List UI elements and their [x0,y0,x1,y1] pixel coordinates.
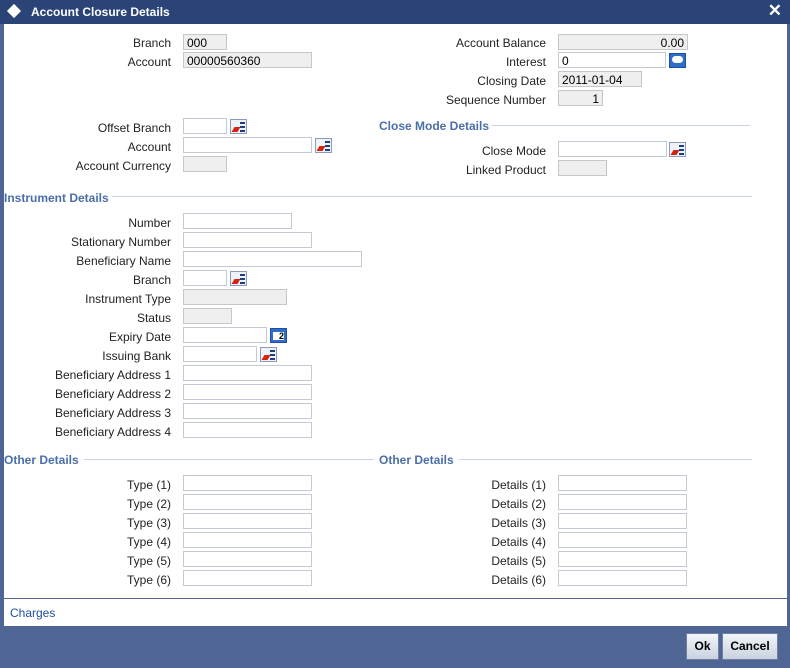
calendar-icon[interactable]: 2 [270,328,287,343]
details-4-label: Details (4) [491,535,546,549]
details-1-field[interactable] [558,475,687,491]
type-5-field[interactable] [183,551,312,567]
stationary-number-label: Stationary Number [70,235,171,249]
account-label: Account [127,55,171,69]
status-label: Status [136,311,171,325]
instrument-branch-lov-icon[interactable] [230,271,247,286]
number-label: Number [128,216,171,230]
closing-date-label: Closing Date [477,74,546,88]
type-2-label: Type (2) [126,497,171,511]
instrument-section-title: Instrument Details [4,191,109,205]
beneficiary-address-2-field[interactable] [183,384,312,400]
offset-account-lov-icon[interactable] [315,138,332,153]
type-6-label: Type (6) [126,573,171,587]
title-bar: Account Closure Details ✕ [0,0,790,24]
instrument-type-field[interactable] [183,289,287,305]
instrument-branch-label: Branch [132,273,171,287]
instrument-divider [112,196,752,197]
beneficiary-address-4-field[interactable] [183,422,312,438]
issuing-bank-field[interactable] [183,346,257,362]
details-3-field[interactable] [558,513,687,529]
account-balance-field[interactable]: 0.00 [558,34,688,50]
details-2-field[interactable] [558,494,687,510]
details-6-label: Details (6) [491,573,546,587]
status-field[interactable] [183,308,232,324]
beneficiary-address-4-label: Beneficiary Address 4 [54,425,171,439]
close-mode-field[interactable] [558,141,667,157]
footer-bar: Charges [4,599,787,626]
other-details-right-title: Other Details [379,453,454,467]
closing-date-field[interactable]: 2011-01-04 [558,71,642,87]
details-3-label: Details (3) [491,516,546,530]
type-3-label: Type (3) [126,516,171,530]
account-balance-label: Account Balance [455,36,546,50]
beneficiary-address-2-label: Beneficiary Address 2 [54,387,171,401]
close-mode-label: Close Mode [481,144,546,158]
details-5-label: Details (5) [491,554,546,568]
beneficiary-address-1-label: Beneficiary Address 1 [54,368,171,382]
number-field[interactable] [183,213,292,229]
sequence-number-label: Sequence Number [445,93,546,107]
account-currency-field[interactable] [183,156,227,172]
expiry-date-field[interactable] [183,327,267,343]
details-5-field[interactable] [558,551,687,567]
cancel-button[interactable]: Cancel [722,633,778,660]
details-6-field[interactable] [558,570,687,586]
close-mode-section-title: Close Mode Details [379,119,490,133]
offset-branch-field[interactable] [183,118,227,134]
issuing-bank-lov-icon[interactable] [260,347,277,362]
branch-field[interactable]: 000 [183,34,227,50]
type-3-field[interactable] [183,513,312,529]
details-2-label: Details (2) [491,497,546,511]
beneficiary-name-label: Beneficiary Name [76,254,171,268]
details-4-field[interactable] [558,532,687,548]
window-title: Account Closure Details [31,5,170,19]
interest-label: Interest [505,55,546,69]
type-2-field[interactable] [183,494,312,510]
comment-icon[interactable] [669,53,686,68]
close-icon[interactable]: ✕ [768,1,782,21]
close-mode-lov-icon[interactable] [669,142,686,157]
details-1-label: Details (1) [491,478,546,492]
type-4-field[interactable] [183,532,312,548]
linked-product-field[interactable] [558,160,607,176]
other-details-right-divider [459,459,752,460]
stationary-number-field[interactable] [183,232,312,248]
diamond-icon [6,3,22,19]
offset-branch-lov-icon[interactable] [230,119,247,134]
account-closure-window: Account Closure Details ✕ Branch 000 Acc… [0,0,790,668]
beneficiary-name-field[interactable] [183,251,362,267]
type-5-label: Type (5) [126,554,171,568]
branch-label: Branch [132,36,171,50]
form-body: Branch 000 Account 00000560360 Account B… [4,24,787,598]
other-details-left-title: Other Details [4,453,79,467]
close-mode-divider [492,125,750,126]
account-field[interactable]: 00000560360 [183,52,312,68]
instrument-type-label: Instrument Type [85,292,171,306]
account-currency-label: Account Currency [75,159,171,173]
beneficiary-address-3-label: Beneficiary Address 3 [54,406,171,420]
issuing-bank-label: Issuing Bank [102,349,171,363]
other-details-left-divider [84,459,374,460]
linked-product-label: Linked Product [465,163,546,177]
offset-branch-label: Offset Branch [97,121,171,135]
beneficiary-address-3-field[interactable] [183,403,312,419]
offset-account-label: Account [127,140,171,154]
instrument-branch-field[interactable] [183,270,227,286]
offset-account-field[interactable] [183,137,312,153]
sequence-number-field[interactable]: 1 [558,90,603,106]
interest-field[interactable]: 0 [558,52,666,68]
expiry-date-label: Expiry Date [108,330,171,344]
ok-button[interactable]: Ok [686,633,719,660]
type-1-field[interactable] [183,475,312,491]
beneficiary-address-1-field[interactable] [183,365,312,381]
type-4-label: Type (4) [126,535,171,549]
type-1-label: Type (1) [126,478,171,492]
charges-link[interactable]: Charges [10,606,55,620]
type-6-field[interactable] [183,570,312,586]
